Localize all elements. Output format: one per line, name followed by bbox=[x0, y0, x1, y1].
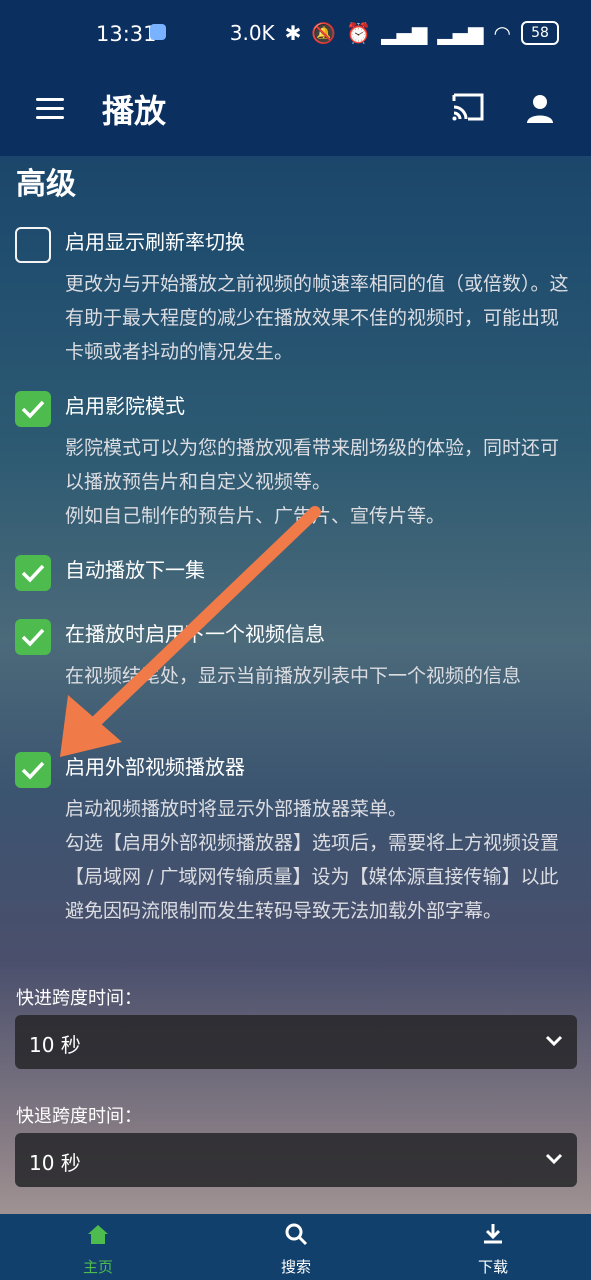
chevron-down-icon bbox=[545, 1035, 563, 1047]
mute-icon: 🔕 bbox=[311, 21, 337, 45]
menu-icon[interactable] bbox=[36, 98, 64, 120]
status-time: 13:31 bbox=[96, 22, 157, 46]
setting-title: 启用影院模式 bbox=[65, 394, 185, 418]
checkbox-cinema-mode[interactable] bbox=[15, 391, 51, 427]
setting-description: 影院模式可以为您的播放观看带来剧场级的体验，同时还可以播放预告片和自定义视频等。… bbox=[65, 437, 560, 527]
gallery-icon bbox=[150, 24, 166, 40]
checkmark-icon bbox=[21, 761, 45, 780]
alarm-icon: ⏰ bbox=[346, 21, 372, 45]
wifi-icon: ◠ bbox=[493, 21, 511, 45]
download-icon bbox=[484, 1224, 502, 1244]
checkmark-icon bbox=[21, 564, 45, 583]
page-title: 播放 bbox=[102, 92, 167, 130]
nav-search[interactable]: 搜索 bbox=[236, 1214, 356, 1280]
nav-home[interactable]: 主页 bbox=[38, 1214, 158, 1280]
settings-content: 高级 启用显示刷新率切换 更改为与开始播放之前视频的帧速率相同的值（或倍数）。这… bbox=[0, 156, 591, 1214]
setting-description: 在视频结尾处，显示当前播放列表中下一个视频的信息 bbox=[65, 665, 522, 687]
setting-description: 更改为与开始播放之前视频的帧速率相同的值（或倍数）。这有助于最大程度的减少在播放… bbox=[65, 273, 569, 363]
status-icons: 3.0K ✱ 🔕 ⏰ ▂▄▆ ▂▄▆ ◠ 58 bbox=[230, 21, 559, 45]
checkmark-icon bbox=[21, 400, 45, 419]
home-icon bbox=[88, 1225, 108, 1244]
checkmark-icon bbox=[21, 628, 45, 647]
checkbox-refresh-rate[interactable] bbox=[15, 227, 51, 263]
search-icon bbox=[285, 1223, 308, 1246]
checkbox-next-video-info[interactable] bbox=[15, 619, 51, 655]
setting-title: 自动播放下一集 bbox=[65, 558, 205, 582]
setting-title: 启用外部视频播放器 bbox=[65, 755, 245, 779]
setting-description: 启动视频播放时将显示外部播放器菜单。 勾选【启用外部视频播放器】选项后，需要将上… bbox=[65, 798, 560, 922]
forward-skip-value: 10 秒 bbox=[29, 1033, 81, 1057]
checkbox-external-player[interactable] bbox=[15, 752, 51, 788]
rewind-skip-value: 10 秒 bbox=[29, 1151, 81, 1175]
forward-skip-label: 快进跨度时间： bbox=[16, 988, 142, 1009]
forward-skip-select[interactable]: 10 秒 bbox=[15, 1015, 577, 1069]
setting-title: 启用显示刷新率切换 bbox=[65, 230, 245, 254]
bluetooth-icon: ✱ bbox=[284, 21, 302, 45]
chevron-down-icon bbox=[545, 1153, 563, 1165]
battery-icon: 58 bbox=[521, 21, 559, 45]
rewind-skip-select[interactable]: 10 秒 bbox=[15, 1133, 577, 1187]
network-speed: 3.0K bbox=[229, 21, 275, 45]
bottom-nav: 主页 搜索 下载 bbox=[0, 1214, 591, 1280]
signal-icon: ▂▄▆ bbox=[381, 21, 428, 45]
section-title: 高级 bbox=[16, 167, 76, 202]
nav-download[interactable]: 下载 bbox=[433, 1214, 553, 1280]
app-header: 播放 bbox=[0, 70, 591, 156]
setting-title: 在播放时启用下一个视频信息 bbox=[65, 622, 325, 646]
checkbox-autoplay-next[interactable] bbox=[15, 555, 51, 591]
cast-icon[interactable] bbox=[451, 92, 485, 122]
rewind-skip-label: 快退跨度时间： bbox=[16, 1106, 142, 1127]
signal-icon-2: ▂▄▆ bbox=[437, 21, 484, 45]
status-bar: 13:31 3.0K ✱ 🔕 ⏰ ▂▄▆ ▂▄▆ ◠ 58 bbox=[0, 0, 591, 70]
user-icon[interactable] bbox=[525, 93, 555, 125]
